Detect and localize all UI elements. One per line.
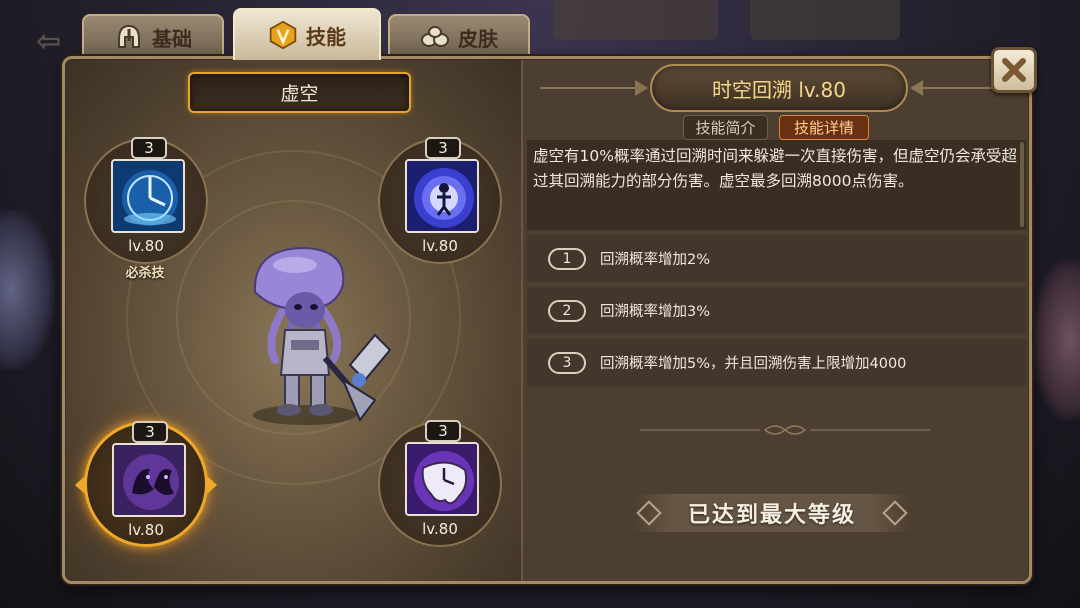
effect-level-number: 2 <box>548 299 586 322</box>
clothes-icon <box>420 22 450 52</box>
time-clock-vortex-icon <box>111 159 185 233</box>
diamond-ornament-icon <box>882 500 908 526</box>
background-header-card <box>750 0 900 40</box>
subtab-skill-details[interactable]: 技能详情 <box>779 115 869 140</box>
effect-text: 回溯概率增加5%，并且回溯伤害上限增加4000 <box>600 356 907 372</box>
helmet-icon <box>114 22 144 52</box>
diamond-ornament-icon <box>636 500 662 526</box>
background-header-card <box>553 0 718 40</box>
subtab-skill-summary[interactable]: 技能简介 <box>683 115 768 140</box>
close-icon <box>1002 58 1026 82</box>
description-scrollbar[interactable] <box>1020 142 1024 227</box>
effect-text: 回溯概率增加2% <box>600 252 711 268</box>
tab-label: 基础 <box>152 26 192 51</box>
selection-arrow-left <box>75 476 85 494</box>
tab-skills[interactable]: 技能 <box>233 8 381 60</box>
skill-rank-badge: 3 <box>425 420 461 442</box>
skill-level: lv.80 <box>422 237 458 255</box>
background-decoration <box>1032 260 1080 420</box>
tab-label: 技能 <box>306 24 346 49</box>
selection-arrow-right <box>207 476 217 494</box>
close-button[interactable] <box>991 47 1037 93</box>
skill-level: lv.80 <box>128 521 164 539</box>
effect-level-number: 1 <box>548 247 586 270</box>
max-level-indicator: 已达到最大等级 <box>632 494 912 532</box>
effect-level-number: 3 <box>548 351 586 374</box>
skill-title: 时空回溯 lv.80 <box>650 64 908 112</box>
hero-name: 虚空 <box>188 72 411 113</box>
back-arrow-icon: ⇦ <box>36 24 62 59</box>
hero-portrait <box>225 240 405 430</box>
melting-clock-icon <box>405 442 479 516</box>
skill-rank-badge: 3 <box>132 421 168 443</box>
shadow-clone-icon <box>112 443 186 517</box>
upgrade-effect-row: 3 回溯概率增加5%，并且回溯伤害上限增加4000 <box>527 339 1026 386</box>
skill-slot-2[interactable]: 3 lv.80 <box>378 137 502 264</box>
skill-rank-badge: 3 <box>131 137 167 159</box>
skill-slot-3[interactable]: 3 lv.80 <box>75 421 217 547</box>
skill-level: lv.80 <box>422 520 458 538</box>
skill-description: 虚空有10%概率通过回溯时间来躲避一次直接伤害，但虚空仍会承受超过其回溯能力的部… <box>527 140 1026 230</box>
skill-emblem-icon <box>268 20 298 50</box>
background-decoration <box>0 210 55 370</box>
upgrade-effect-row: 1 回溯概率增加2% <box>527 235 1026 282</box>
ornamental-divider <box>640 425 930 435</box>
skill-level: lv.80 <box>128 237 164 255</box>
skill-rank-badge: 3 <box>425 137 461 159</box>
upgrade-effect-row: 2 回溯概率增加3% <box>527 287 1026 334</box>
effect-text: 回溯概率增加3% <box>600 304 711 320</box>
skill-slot-4[interactable]: 3 lv.80 <box>378 420 502 547</box>
max-level-label: 已达到最大等级 <box>687 503 856 528</box>
figure-in-portal-icon <box>405 159 479 233</box>
ultimate-skill-tag: 必杀技 <box>125 266 165 281</box>
banner-ornament-left <box>540 80 648 96</box>
skill-slot-1[interactable]: 3 lv.80 <box>84 137 208 264</box>
tab-basic[interactable]: 基础 <box>82 14 224 58</box>
tab-skins[interactable]: 皮肤 <box>388 14 530 58</box>
tab-label: 皮肤 <box>458 26 498 51</box>
